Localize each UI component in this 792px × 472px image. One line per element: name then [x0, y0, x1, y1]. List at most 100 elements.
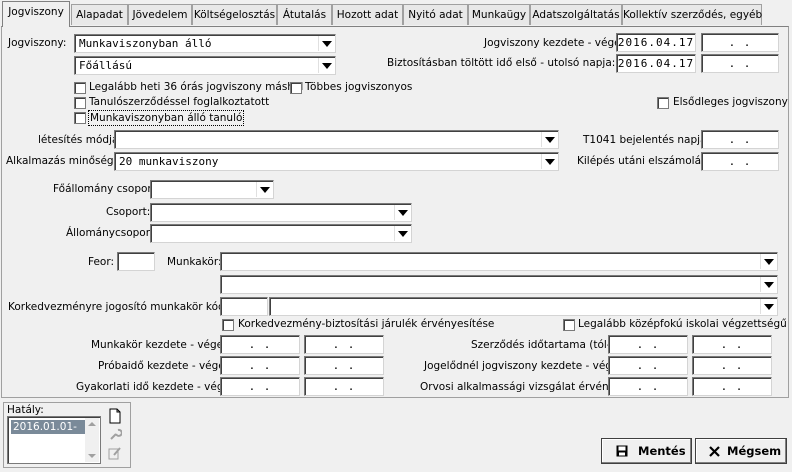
tab-koltsegelosztas[interactable]: Költségelosztás [192, 4, 277, 25]
munkakor-kezdete-field[interactable]: . . [220, 335, 300, 354]
korkedv-code-field[interactable] [220, 297, 268, 316]
chevron-down-icon[interactable] [760, 299, 776, 314]
korkedv-label: Korkedvezményre jogosító munkakör kódja: [8, 301, 238, 313]
gyakorlati-kezdete-field[interactable]: . . [220, 377, 300, 396]
alkalmazas-value: 20 munkaviszony [119, 155, 219, 168]
bizt-elso-field[interactable]: 2016.04.17 [616, 54, 696, 73]
orvosi-tol-value: . . [636, 380, 660, 393]
hataly-scrollbar[interactable] [85, 418, 99, 462]
orvosi-ig-field[interactable]: . . [692, 377, 772, 396]
bizt-elso-value: 2016.04.17 [617, 57, 695, 70]
tab-munkaugy[interactable]: Munkaügy [468, 4, 530, 25]
cb-tobbes-label: Többes jogviszonyos [305, 81, 413, 93]
jogelod-kezdete-value: . . [636, 359, 660, 372]
jogelod-vege-value: . . [720, 359, 744, 372]
jogviszony-value: Munkaviszonyban álló [79, 37, 212, 50]
tab-jogviszony[interactable]: Jogviszony [2, 1, 70, 27]
jogelod-vege-field[interactable]: . . [692, 356, 772, 375]
kilepes-label: Kilépés utáni elszámolás: [577, 155, 711, 167]
tab-adatszolgaltatas[interactable]: Adatszolgáltatás [530, 4, 622, 25]
tab-kollektiv[interactable]: Kollektív szerződés, egyéb [622, 4, 762, 25]
bizt-utolso-value: . . [728, 57, 752, 70]
chevron-down-icon[interactable] [760, 277, 776, 292]
munkakor-vege-value: . . [332, 338, 356, 351]
probaido-vege-field[interactable]: . . [304, 356, 384, 375]
chevron-down-icon[interactable] [256, 182, 272, 197]
munkakor2-select[interactable] [220, 275, 778, 294]
floppy-icon [616, 445, 628, 457]
alkalmazas-label: Alkalmazás minősége: [6, 155, 124, 167]
kilepes-value: . . [728, 155, 752, 168]
hataly-label: Hatály: [7, 404, 44, 416]
szerzodes-tol-value: . . [636, 338, 660, 351]
probaido-kezdete-value: . . [248, 359, 272, 372]
cb-korkedv[interactable] [222, 319, 234, 331]
tab-atutalas[interactable]: Átutalás [277, 4, 332, 25]
jv-kezdete-label: Jogviszony kezdete - vége: [484, 37, 625, 49]
chevron-down-icon[interactable] [541, 132, 557, 147]
cb-korkedv-label: Korkedvezmény-biztosítási járulék érvény… [238, 318, 495, 330]
tab-nyito-adat[interactable]: Nyitó adat [403, 4, 468, 25]
wrench-icon[interactable] [108, 427, 122, 441]
close-icon [709, 446, 720, 457]
chevron-down-icon[interactable] [394, 226, 410, 241]
chevron-down-icon[interactable] [318, 58, 334, 73]
jogviszony-select[interactable]: Munkaviszonyban álló [74, 34, 336, 53]
gyakorlati-kezdete-value: . . [248, 380, 272, 393]
cancel-button[interactable]: Mégsem [695, 438, 787, 464]
new-document-icon[interactable] [108, 408, 122, 424]
jogelod-kezdete-field[interactable]: . . [608, 356, 688, 375]
t1041-label: T1041 bejelentés napja: [583, 134, 711, 146]
cb-kozepfoku[interactable] [563, 319, 575, 331]
kilepes-field[interactable]: . . [701, 152, 779, 171]
gyakorlati-vege-value: . . [332, 380, 356, 393]
jogviszony-label: Jogviszony: [8, 37, 67, 49]
gyakorlati-label: Gyakorlati idő kezdete - vége: [76, 381, 234, 393]
jogelod-label: Jogelődnél jogviszony kezdete - vége: [424, 360, 622, 372]
save-label: Mentés [638, 444, 686, 458]
jv-vege-field[interactable]: . . [701, 33, 779, 52]
orvosi-label: Orvosi alkalmassági vizsgálat érvényes: [420, 381, 631, 393]
tab-hozott-adat[interactable]: Hozott adat [332, 4, 403, 25]
edit-icon[interactable] [108, 446, 122, 460]
tab-alapadat[interactable]: Alapadat [71, 4, 128, 25]
munkakor-vege-field[interactable]: . . [304, 335, 384, 354]
cb-36-oras[interactable] [74, 82, 86, 94]
hataly-list-item[interactable]: 2016.01.01-től [11, 420, 85, 447]
tab-jovedelem[interactable]: Jövedelem [128, 4, 192, 25]
hataly-list[interactable]: 2016.01.01-től [7, 416, 101, 464]
t1041-value: . . [728, 133, 752, 146]
probaido-kezdete-field[interactable]: . . [220, 356, 300, 375]
scroll-up-icon[interactable] [88, 422, 96, 426]
t1041-field[interactable]: . . [701, 130, 779, 149]
korkedv-select[interactable] [269, 297, 778, 316]
cancel-label: Mégsem [727, 444, 782, 458]
munkakor-kezdete-value: . . [248, 338, 272, 351]
chevron-down-icon[interactable] [760, 254, 776, 269]
cb-munkaviszony-tanulo[interactable] [74, 112, 86, 124]
cb-tobbes[interactable] [290, 82, 302, 94]
bizt-utolso-field[interactable]: . . [701, 54, 779, 73]
foallasu-select[interactable]: Főállású [74, 56, 336, 75]
chevron-down-icon[interactable] [394, 205, 410, 220]
orvosi-tol-field[interactable]: . . [608, 377, 688, 396]
gyakorlati-vege-field[interactable]: . . [304, 377, 384, 396]
jv-vege-value: . . [728, 36, 752, 49]
cb-tanulo-szerzodes[interactable] [74, 97, 86, 109]
munkakor-select[interactable] [220, 252, 778, 271]
szerzodes-ig-field[interactable]: . . [692, 335, 772, 354]
letesites-select[interactable] [114, 130, 559, 149]
csoport-select[interactable] [150, 203, 412, 222]
alkalmazas-select[interactable]: 20 munkaviszony [114, 152, 559, 171]
scroll-down-icon[interactable] [88, 454, 96, 458]
cb-elsodleges[interactable] [657, 97, 669, 109]
save-button[interactable]: Mentés [601, 438, 692, 464]
foallomany-select[interactable] [150, 180, 274, 199]
chevron-down-icon[interactable] [318, 36, 334, 51]
szerzodes-tol-field[interactable]: . . [608, 335, 688, 354]
feor-field[interactable] [117, 252, 155, 271]
probaido-vege-value: . . [332, 359, 356, 372]
jv-kezdete-field[interactable]: 2016.04.17 [616, 33, 696, 52]
allomany-select[interactable] [150, 224, 412, 243]
chevron-down-icon[interactable] [541, 154, 557, 169]
